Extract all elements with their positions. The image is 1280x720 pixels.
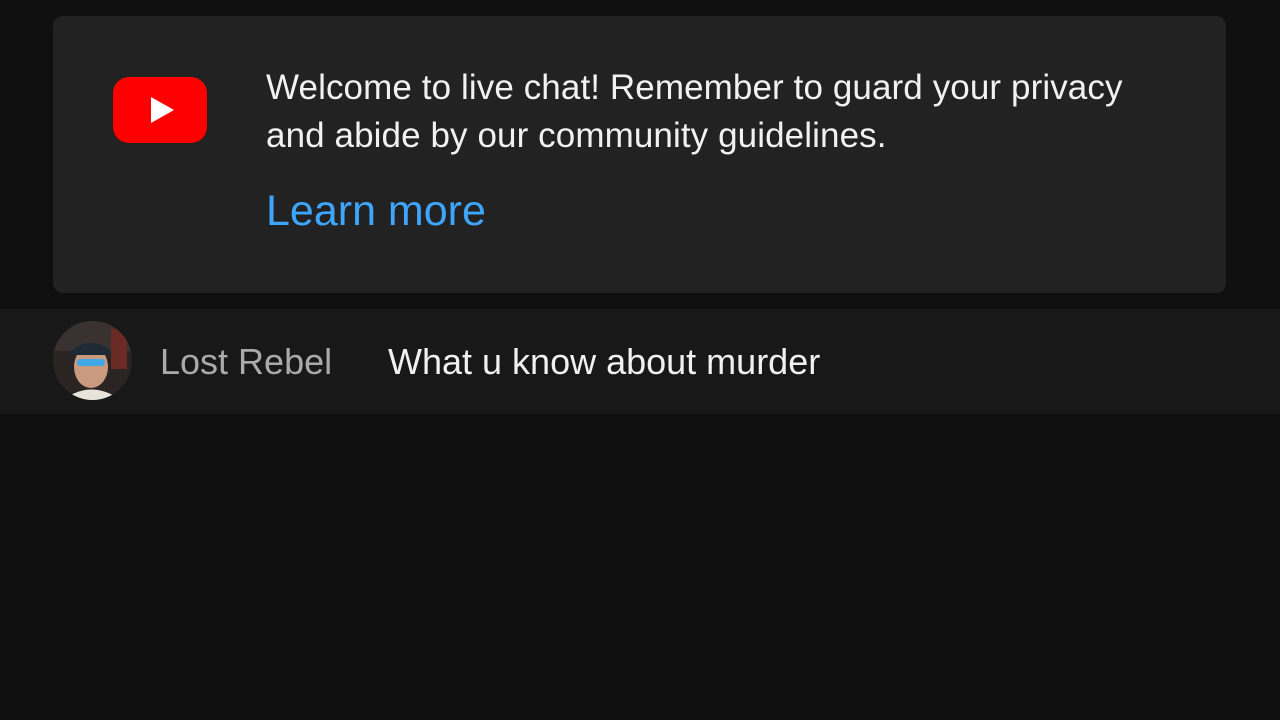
chat-message[interactable]: Lost Rebel What u know about murder [0, 309, 1280, 414]
welcome-message: Welcome to live chat! Remember to guard … [266, 68, 1123, 155]
learn-more-link[interactable]: Learn more [266, 186, 486, 236]
youtube-logo-icon [113, 77, 207, 143]
user-avatar[interactable] [53, 321, 132, 400]
avatar-image [53, 321, 132, 400]
live-chat-panel: Welcome to live chat! Remember to guard … [0, 0, 1280, 720]
chat-message-text: What u know about murder [388, 341, 821, 382]
chat-author-name[interactable]: Lost Rebel [160, 339, 332, 385]
welcome-banner: Welcome to live chat! Remember to guard … [53, 16, 1226, 293]
play-icon [151, 97, 174, 123]
